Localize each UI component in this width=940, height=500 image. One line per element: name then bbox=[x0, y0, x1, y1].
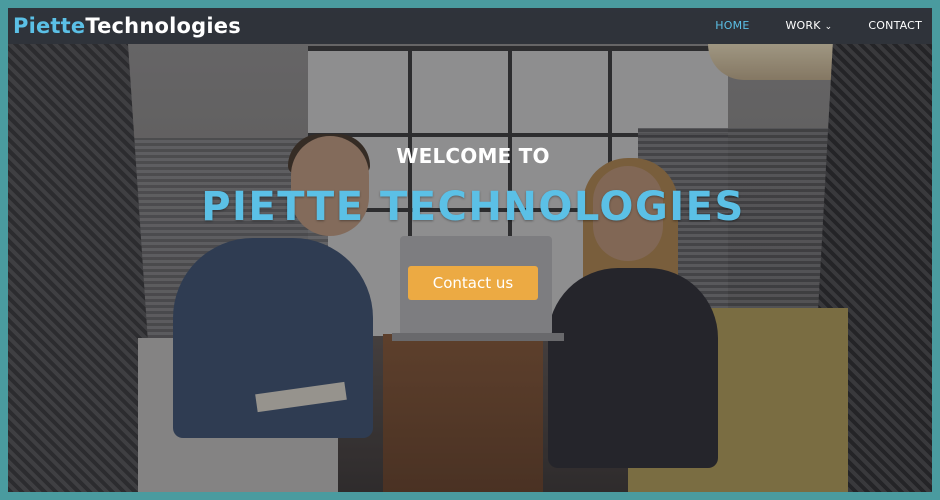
hero-title: PIETTE TECHNOLOGIES bbox=[201, 184, 745, 230]
main-nav: HOME WORK ⌄ CONTACT bbox=[689, 8, 932, 44]
nav-work-label: WORK bbox=[785, 18, 821, 32]
hero-background-photo bbox=[8, 8, 932, 492]
nav-home-label: HOME bbox=[715, 19, 750, 32]
hero-pretitle: WELCOME TO bbox=[396, 144, 550, 168]
brand-logo[interactable]: PietteTechnologies bbox=[13, 12, 241, 40]
chevron-down-icon: ⌄ bbox=[824, 21, 833, 32]
top-navbar: PietteTechnologies HOME WORK ⌄ CONTACT bbox=[8, 8, 932, 44]
nav-work[interactable]: WORK ⌄ bbox=[759, 8, 842, 45]
brand-part-1: Piette bbox=[13, 14, 86, 38]
brand-part-2: Technologies bbox=[85, 14, 241, 38]
nav-contact-label: CONTACT bbox=[868, 19, 922, 32]
page-frame: PietteTechnologies HOME WORK ⌄ CONTACT WE… bbox=[8, 8, 932, 492]
nav-home[interactable]: HOME bbox=[689, 8, 759, 44]
contact-us-button[interactable]: Contact us bbox=[408, 266, 538, 300]
nav-contact[interactable]: CONTACT bbox=[842, 8, 932, 44]
